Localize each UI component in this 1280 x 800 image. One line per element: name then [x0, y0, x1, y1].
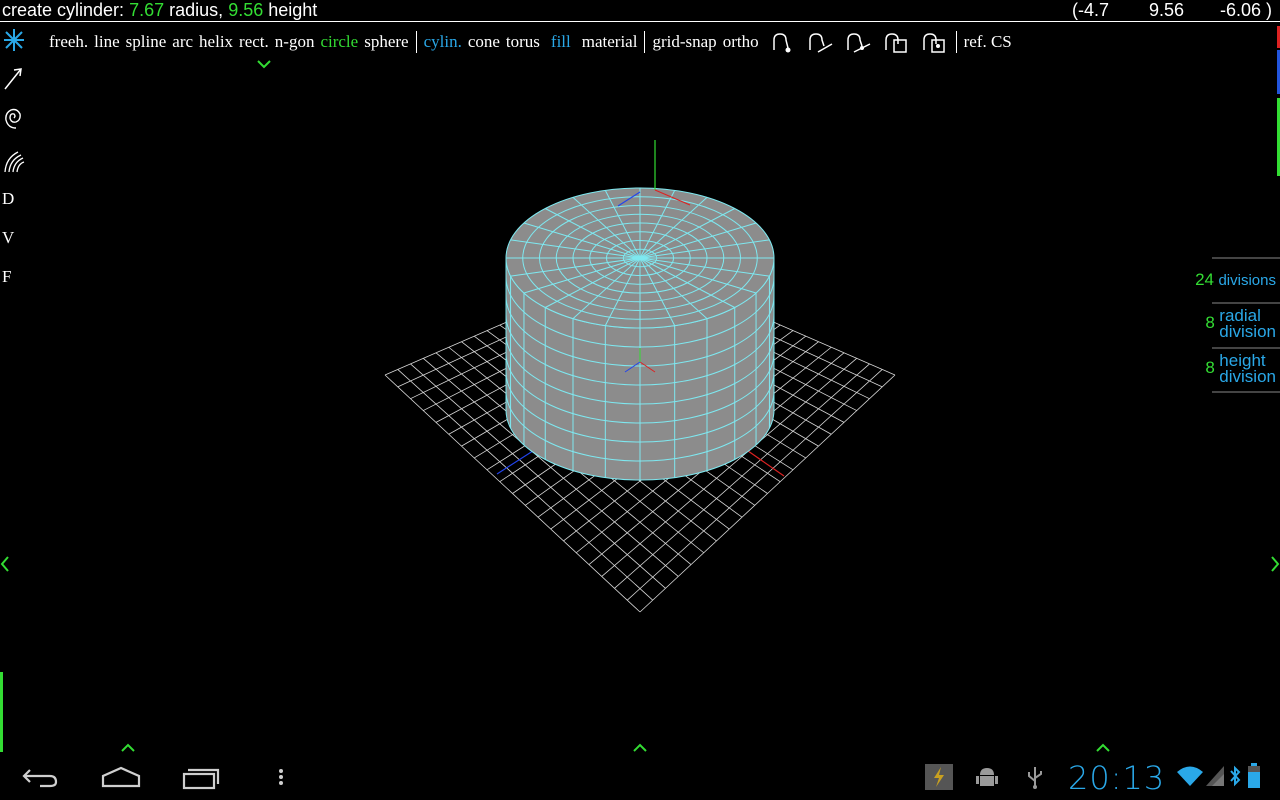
home-icon[interactable]: [100, 760, 142, 794]
recent-apps-icon[interactable]: [180, 760, 222, 794]
back-icon[interactable]: [20, 760, 60, 794]
top-cap-wireframe: [506, 188, 774, 328]
power-flash-icon: [925, 764, 953, 790]
system-clock: 20:13: [1068, 759, 1166, 797]
battery-icon: [1248, 763, 1260, 788]
3d-viewport[interactable]: [0, 0, 1280, 752]
overflow-menu-icon[interactable]: [272, 760, 290, 794]
bluetooth-icon: [1230, 765, 1241, 787]
usb-icon: [1028, 767, 1042, 789]
wifi-icon: [1177, 766, 1203, 786]
android-debug-icon: [976, 768, 998, 786]
signal-icon: [1206, 766, 1224, 786]
